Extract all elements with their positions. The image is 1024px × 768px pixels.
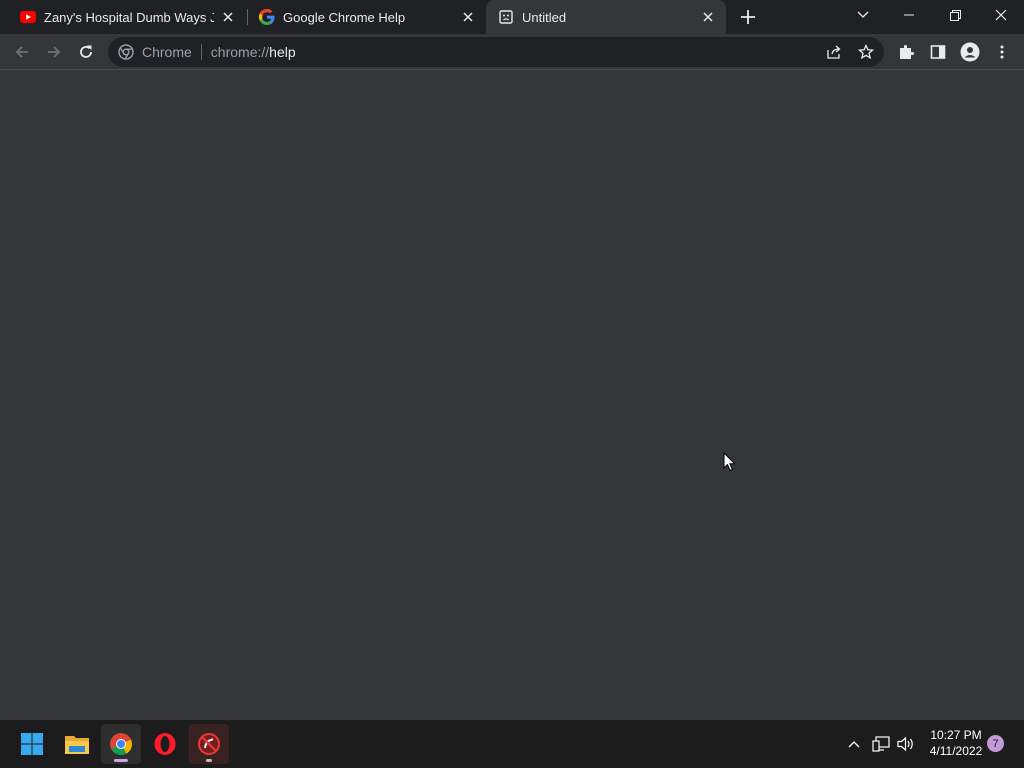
show-hidden-icons-button[interactable] [844, 734, 864, 754]
blocked-app-taskbar-button[interactable] [189, 724, 229, 764]
plus-icon [741, 10, 755, 24]
tab-title: Zany's Hospital Dumb Ways Jr - [44, 9, 214, 25]
share-button[interactable] [824, 42, 844, 62]
url-scheme: chrome:// [210, 44, 270, 60]
close-tab-icon[interactable] [220, 9, 236, 25]
side-panel-button[interactable] [927, 41, 949, 63]
tab-strip: Zany's Hospital Dumb Ways Jr - Google Ch… [0, 0, 1024, 34]
avatar-icon [960, 42, 980, 62]
file-explorer-button[interactable] [57, 724, 97, 764]
speaker-icon [897, 736, 913, 752]
reload-button[interactable] [72, 38, 100, 66]
youtube-icon [20, 9, 36, 25]
tab-chrome-help[interactable]: Google Chrome Help [239, 0, 486, 34]
chrome-page-icon[interactable] [118, 44, 134, 60]
start-button[interactable] [12, 724, 52, 764]
url-host: help [269, 44, 296, 60]
extensions-button[interactable] [895, 41, 917, 63]
star-icon [858, 44, 874, 60]
share-icon [827, 45, 841, 59]
chrome-taskbar-button[interactable] [101, 724, 141, 764]
clock-time: 10:27 PM [930, 728, 982, 742]
arrow-left-icon [15, 46, 28, 58]
tab-title: Untitled [522, 9, 567, 25]
opera-taskbar-button[interactable] [145, 724, 185, 764]
file-explorer-icon [65, 736, 89, 754]
bookmark-button[interactable] [856, 42, 876, 62]
opera-icon [154, 733, 176, 755]
minimize-button[interactable] [886, 0, 932, 30]
chrome-icon [110, 733, 132, 755]
forward-button[interactable] [40, 38, 68, 66]
chevron-up-icon [848, 741, 860, 748]
network-button[interactable] [871, 734, 891, 754]
arrow-right-icon [48, 46, 61, 58]
page-content[interactable] [0, 71, 1024, 720]
profile-button[interactable] [959, 41, 981, 63]
kebab-menu-icon [1000, 45, 1004, 59]
address-bar[interactable]: Chrome chrome://help [108, 37, 884, 67]
restore-icon [949, 9, 961, 21]
minimize-icon [904, 14, 914, 16]
close-icon [995, 9, 1007, 21]
notification-badge[interactable]: 7 [987, 735, 1004, 752]
tab-youtube[interactable]: Zany's Hospital Dumb Ways Jr - [0, 0, 246, 34]
google-icon [259, 9, 275, 25]
close-tab-icon[interactable] [460, 9, 476, 25]
clock-date: 4/11/2022 [929, 744, 983, 758]
side-panel-icon [930, 45, 946, 59]
chrome-menu-button[interactable] [991, 41, 1013, 63]
chevron-down-icon [857, 11, 869, 18]
windows-start-icon [21, 733, 43, 755]
close-window-button[interactable] [978, 0, 1024, 30]
omnibox-divider [200, 44, 202, 60]
blocked-app-icon [198, 733, 220, 755]
network-icon [872, 736, 890, 752]
url-text[interactable]: chrome://help [211, 44, 296, 60]
reload-icon [80, 45, 92, 58]
mouse-cursor-icon [723, 451, 737, 477]
running-indicator [114, 759, 128, 762]
clock[interactable]: 10:27 PM 4/11/2022 [924, 727, 988, 759]
running-indicator [206, 759, 212, 762]
back-button[interactable] [8, 38, 36, 66]
tab-untitled[interactable]: Untitled [486, 0, 726, 34]
puzzle-icon [900, 45, 914, 59]
restore-button[interactable] [932, 0, 978, 30]
site-chip: Chrome [142, 44, 192, 60]
taskbar: 10:27 PM 4/11/2022 [0, 720, 1024, 768]
new-tab-button[interactable] [738, 7, 758, 27]
close-tab-icon[interactable] [700, 9, 716, 25]
tab-title: Google Chrome Help [283, 9, 406, 25]
toolbar: Chrome chrome://help [0, 34, 1024, 70]
volume-button[interactable] [896, 734, 916, 754]
sad-page-icon [498, 9, 514, 25]
tab-search-button[interactable] [840, 0, 886, 30]
